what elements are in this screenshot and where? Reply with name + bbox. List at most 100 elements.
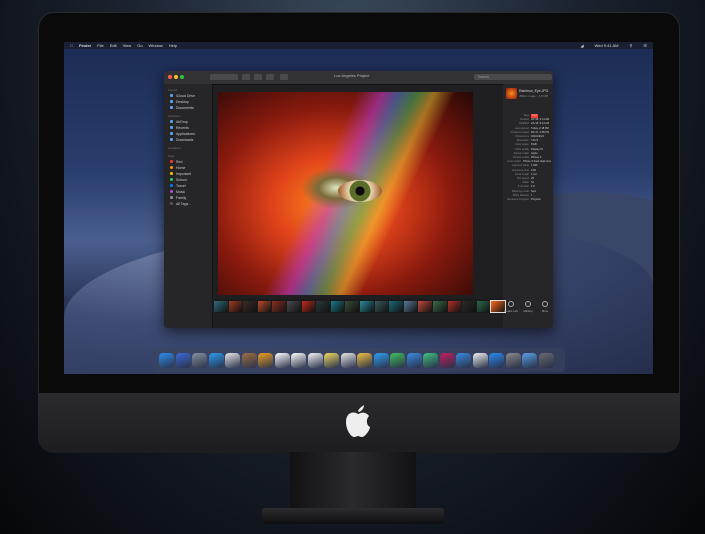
apple-logo-icon xyxy=(346,405,370,437)
minimize-button[interactable] xyxy=(174,75,178,79)
tags-button[interactable] xyxy=(280,74,288,80)
dock-app-icon[interactable] xyxy=(258,352,273,368)
sidebar-item-label: All Tags... xyxy=(176,201,192,206)
dock-app-icon[interactable] xyxy=(439,352,455,368)
dock-app-icon[interactable] xyxy=(159,352,174,368)
apple-menu-icon[interactable]:  xyxy=(70,43,73,48)
spotlight-icon[interactable]: ⚲ xyxy=(629,43,632,48)
filmstrip-thumbnail[interactable] xyxy=(462,300,476,312)
sidebar-item-label: Home xyxy=(176,165,186,170)
dock-app-icon[interactable] xyxy=(456,352,471,368)
folder-icon xyxy=(170,132,173,135)
sidebar-item[interactable]: Family xyxy=(170,195,212,200)
dock-app-icon[interactable] xyxy=(241,352,257,368)
sidebar-item[interactable]: Red xyxy=(170,159,212,164)
control-center-icon[interactable]: ☰ xyxy=(643,43,647,48)
filmstrip-thumbnail[interactable] xyxy=(476,300,491,312)
filmstrip-thumbnail[interactable] xyxy=(243,300,257,312)
filmstrip-thumbnail[interactable] xyxy=(228,300,243,312)
tag-dot-icon xyxy=(170,184,173,187)
filmstrip-thumbnail[interactable] xyxy=(272,300,286,312)
sidebar-item[interactable]: Downloads xyxy=(170,137,212,142)
sidebar-section-header: Favorites xyxy=(168,114,181,118)
sidebar-item[interactable]: All Tags... xyxy=(170,201,212,206)
dock-app-icon[interactable] xyxy=(175,352,191,368)
group-button[interactable] xyxy=(242,74,250,80)
menu-item-file[interactable]: File xyxy=(97,43,103,48)
sidebar-item[interactable]: iCloud Drive xyxy=(170,93,212,98)
sidebar-item[interactable]: Documents xyxy=(170,105,212,110)
sidebar-item-label: Family xyxy=(176,195,187,200)
sidebar-item[interactable]: Music xyxy=(170,189,212,194)
dock-app-icon[interactable] xyxy=(472,352,488,368)
dock-app-icon[interactable] xyxy=(340,352,356,368)
more-button[interactable]: More xyxy=(538,301,552,313)
sidebar-item[interactable]: Important xyxy=(170,171,212,176)
wifi-icon[interactable]: ◢ xyxy=(580,43,583,48)
action-button[interactable] xyxy=(254,74,262,80)
sidebar-item[interactable]: Home xyxy=(170,165,212,170)
metadata-row: Exposure Program Program xyxy=(505,198,551,202)
view-mode-buttons[interactable] xyxy=(210,74,238,80)
sidebar-item[interactable]: AirDrop xyxy=(170,119,212,124)
dock-app-icon[interactable] xyxy=(423,352,438,368)
gallery-filmstrip[interactable] xyxy=(212,299,506,313)
dock-app-icon[interactable] xyxy=(522,352,537,368)
sidebar-item[interactable]: Recents xyxy=(170,125,212,130)
filmstrip-thumbnail[interactable] xyxy=(345,300,359,312)
dock-app-icon[interactable] xyxy=(538,352,554,368)
sidebar-item[interactable]: Applications xyxy=(170,131,212,136)
filmstrip-thumbnail[interactable] xyxy=(403,300,418,312)
filmstrip-thumbnail[interactable] xyxy=(447,300,462,312)
menu-item-edit[interactable]: Edit xyxy=(110,43,117,48)
sidebar-item[interactable]: Desktop xyxy=(170,99,212,104)
search-input[interactable]: Search xyxy=(474,74,552,80)
metadata-value: Program xyxy=(531,198,541,202)
filmstrip-thumbnail[interactable] xyxy=(316,300,330,312)
tag-dot-icon xyxy=(170,172,173,175)
menu-item-window[interactable]: Window xyxy=(149,43,163,48)
dock-app-icon[interactable] xyxy=(390,352,405,368)
markup-button[interactable]: Markup xyxy=(521,301,535,313)
dock-app-icon[interactable] xyxy=(357,352,372,368)
filmstrip-thumbnail[interactable] xyxy=(214,300,228,312)
dock-app-icon[interactable] xyxy=(291,352,306,368)
sidebar-item-label: Music xyxy=(176,189,186,194)
sidebar-item[interactable]: Travel xyxy=(170,183,212,188)
filmstrip-thumbnail[interactable] xyxy=(432,300,447,312)
menu-item-view[interactable]: View xyxy=(123,43,132,48)
menu-item-go[interactable]: Go xyxy=(137,43,142,48)
filmstrip-thumbnail[interactable] xyxy=(301,300,316,312)
menu-clock[interactable]: Wed 9:41 AM xyxy=(595,43,619,48)
filmstrip-thumbnail[interactable] xyxy=(330,300,345,312)
dock-app-icon[interactable] xyxy=(324,352,339,368)
tag-dot-icon xyxy=(170,196,173,199)
dock-app-icon[interactable] xyxy=(192,352,207,368)
dock-app-icon[interactable] xyxy=(406,352,422,368)
metadata-key: Exposure Program xyxy=(507,198,529,202)
filmstrip-thumbnail[interactable] xyxy=(389,300,403,312)
rotate-left-button[interactable]: Rotate Left xyxy=(504,301,518,313)
rotate-icon xyxy=(508,301,514,307)
menu-item-finder[interactable]: Finder xyxy=(79,43,91,48)
dock-app-icon[interactable] xyxy=(307,352,323,368)
dock-app-icon[interactable] xyxy=(274,352,290,368)
sidebar-item[interactable]: School xyxy=(170,177,212,182)
dock-app-icon[interactable] xyxy=(225,352,240,368)
dock-app-icon[interactable] xyxy=(505,352,521,368)
share-button[interactable] xyxy=(266,74,274,80)
dock-app-icon[interactable] xyxy=(489,352,504,368)
quick-actions: Rotate Left Markup More xyxy=(503,301,553,321)
close-button[interactable] xyxy=(168,75,172,79)
filmstrip-thumbnail[interactable] xyxy=(374,300,389,312)
filmstrip-thumbnail[interactable] xyxy=(359,300,374,312)
filmstrip-thumbnail[interactable] xyxy=(257,300,272,312)
sidebar-section-header: Locations xyxy=(168,146,181,150)
filmstrip-thumbnail[interactable] xyxy=(418,300,432,312)
filmstrip-thumbnail[interactable] xyxy=(286,300,301,312)
sidebar-section-header: Tags xyxy=(168,154,175,158)
dock-app-icon[interactable] xyxy=(373,352,389,368)
zoom-button[interactable] xyxy=(180,75,184,79)
dock-app-icon[interactable] xyxy=(208,352,224,368)
menu-item-help[interactable]: Help xyxy=(169,43,177,48)
